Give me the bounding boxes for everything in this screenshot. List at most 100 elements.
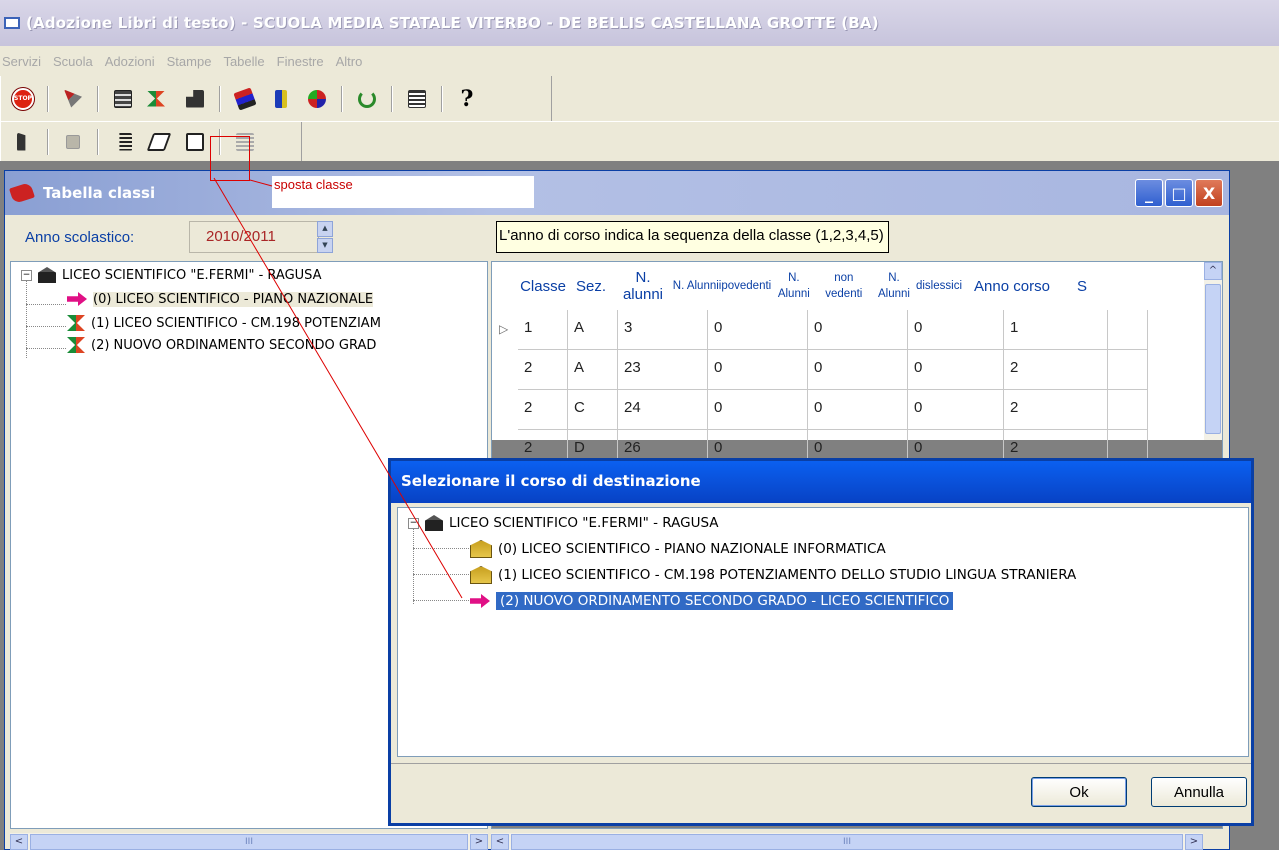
menu-adozioni[interactable]: Adozioni xyxy=(105,54,155,69)
dialog-course-1[interactable]: (1) LICEO SCIENTIFICO - CM.198 POTENZIAM… xyxy=(470,564,1076,586)
eraser-button[interactable] xyxy=(144,128,174,156)
anno-scolastico-label: Anno scolastico: xyxy=(25,229,135,246)
anno-scolastico-value[interactable]: 2010/2011 xyxy=(189,221,319,253)
catalog-button[interactable] xyxy=(108,85,138,113)
dialog-course-0[interactable]: (0) LICEO SCIENTIFICO - PIANO NAZIONALE … xyxy=(470,538,886,560)
transfer-icon xyxy=(308,89,326,108)
grid-column-header[interactable]: Classe xyxy=(518,262,568,310)
move-class-button[interactable] xyxy=(180,128,210,156)
scroll-right-icon[interactable]: > xyxy=(470,834,488,850)
scroll-left-icon[interactable]: < xyxy=(491,834,509,850)
collapse-icon[interactable]: − xyxy=(21,269,32,281)
table-cell[interactable]: 2 xyxy=(1004,350,1108,390)
dialog-course-2[interactable]: (2) NUOVO ORDINAMENTO SECONDO GRADO - LI… xyxy=(470,590,954,612)
spin-down-icon[interactable]: ▼ xyxy=(317,237,333,253)
menu-stampe[interactable]: Stampe xyxy=(167,54,212,69)
table-cell[interactable]: 0 xyxy=(708,350,808,390)
book-blue-button[interactable] xyxy=(266,85,296,113)
menu-servizi[interactable]: Servizi xyxy=(2,54,41,69)
toolbar-separator xyxy=(47,128,49,155)
table-row[interactable]: 2 A 23 0 0 0 2 xyxy=(492,350,1204,390)
grid-column-header[interactable]: N. Alunni ipovedenti xyxy=(672,262,772,310)
transfer-button[interactable] xyxy=(302,85,332,113)
scroll-thumb[interactable]: III xyxy=(511,834,1183,850)
table-cell[interactable]: A xyxy=(568,350,618,390)
collapse-icon[interactable]: − xyxy=(408,517,419,529)
book-icon xyxy=(9,181,35,205)
table-cell[interactable]: 0 xyxy=(808,350,908,390)
dialog-tree-root[interactable]: − LICEO SCIENTIFICO "E.FERMI" - RAGUSA xyxy=(408,512,719,534)
tree-root[interactable]: − LICEO SCIENTIFICO "E.FERMI" - RAGUSA xyxy=(21,264,322,286)
hourglass-button[interactable] xyxy=(144,85,174,113)
scroll-thumb[interactable] xyxy=(1205,284,1221,434)
help-button[interactable]: ? xyxy=(452,85,482,113)
table-cell[interactable]: 1 xyxy=(518,310,568,350)
tree-item-course-2[interactable]: (2) NUOVO ORDINAMENTO SECONDO GRAD xyxy=(67,334,376,356)
tree-item-course-1[interactable]: (1) LICEO SCIENTIFICO - CM.198 POTENZIAM xyxy=(67,312,381,334)
table-cell[interactable]: 2 xyxy=(518,350,568,390)
menu-altro[interactable]: Altro xyxy=(336,54,363,69)
school-icon xyxy=(470,566,492,584)
table-cell[interactable]: 0 xyxy=(908,350,1004,390)
grid-column-header[interactable]: N. Alunni dislessici xyxy=(872,262,962,310)
grid-column-header-text: Anno corso xyxy=(974,277,1050,295)
scroll-right-icon[interactable]: > xyxy=(1185,834,1203,850)
grid-column-header[interactable]: N. alunni xyxy=(614,262,672,310)
table-cell[interactable]: 0 xyxy=(708,310,808,350)
refresh-button[interactable] xyxy=(352,85,382,113)
table-row[interactable]: ▷ 1 A 3 0 0 0 1 xyxy=(492,310,1204,350)
tree-horizontal-scrollbar[interactable]: < III > xyxy=(10,833,488,850)
maximize-button[interactable]: □ xyxy=(1165,179,1193,207)
menu-scuola[interactable]: Scuola xyxy=(53,54,93,69)
grid-column-header[interactable]: Anno corso xyxy=(962,262,1062,310)
table-cell[interactable]: 0 xyxy=(908,390,1004,430)
tree-item-label: (1) LICEO SCIENTIFICO - CM.198 POTENZIAM xyxy=(91,315,381,331)
scroll-up-icon[interactable]: ^ xyxy=(1204,262,1222,280)
building-button[interactable] xyxy=(180,85,210,113)
table-cell[interactable]: 0 xyxy=(708,390,808,430)
table-cell[interactable]: 2 xyxy=(518,390,568,430)
minimize-button[interactable]: _ xyxy=(1135,179,1163,207)
table-cell[interactable]: 24 xyxy=(618,390,708,430)
table-cell[interactable]: 0 xyxy=(808,310,908,350)
table-cell[interactable]: 3 xyxy=(618,310,708,350)
dialog-course-tree: − LICEO SCIENTIFICO "E.FERMI" - RAGUSA (… xyxy=(397,507,1249,757)
menu-tabelle[interactable]: Tabelle xyxy=(223,54,264,69)
dialog-tree-root-label: LICEO SCIENTIFICO "E.FERMI" - RAGUSA xyxy=(449,515,719,531)
table-cell[interactable] xyxy=(1108,350,1148,390)
table-cell[interactable] xyxy=(1108,390,1148,430)
grid-vertical-scrollbar[interactable]: ^ xyxy=(1204,262,1222,440)
grid-column-header-text: non vedenti xyxy=(825,272,863,300)
books-button[interactable] xyxy=(230,85,260,113)
edit-button[interactable] xyxy=(108,128,138,156)
table-cell[interactable]: 1 xyxy=(1004,310,1108,350)
grid-horizontal-scrollbar[interactable]: < III > xyxy=(491,833,1203,850)
table-cell[interactable] xyxy=(1108,310,1148,350)
menu-finestre[interactable]: Finestre xyxy=(277,54,324,69)
grid-column-header[interactable]: S xyxy=(1062,262,1102,310)
table-cell[interactable]: C xyxy=(568,390,618,430)
table-cell[interactable]: 0 xyxy=(908,310,1004,350)
stop-button[interactable]: STOP xyxy=(8,85,38,113)
save-button[interactable] xyxy=(58,128,88,156)
scissors-button[interactable] xyxy=(58,85,88,113)
spin-up-icon[interactable]: ▲ xyxy=(317,221,333,237)
scroll-left-icon[interactable]: < xyxy=(10,834,28,850)
arrow-icon xyxy=(67,292,87,306)
table-cell[interactable]: 0 xyxy=(808,390,908,430)
toolbar-separator xyxy=(97,85,99,112)
ok-button[interactable]: Ok xyxy=(1031,777,1127,807)
report-button[interactable] xyxy=(402,85,432,113)
cancel-button[interactable]: Annulla xyxy=(1151,777,1247,807)
table-cell[interactable]: 2 xyxy=(1004,390,1108,430)
grid-column-header[interactable]: Sez. xyxy=(568,262,614,310)
table-cell[interactable]: 23 xyxy=(618,350,708,390)
scroll-thumb[interactable]: III xyxy=(30,834,468,850)
table-cell[interactable]: A xyxy=(568,310,618,350)
table-row[interactable]: 2 C 24 0 0 0 2 xyxy=(492,390,1204,430)
tree-item-course-0[interactable]: (0) LICEO SCIENTIFICO - PIANO NAZIONALE xyxy=(67,288,374,310)
grid-column-header[interactable]: N. Alunni non vedenti xyxy=(772,262,872,310)
close-button[interactable]: X xyxy=(1195,179,1223,207)
anno-scolastico-spinner[interactable]: ▲ ▼ xyxy=(317,221,333,253)
exit-button[interactable] xyxy=(8,128,38,156)
